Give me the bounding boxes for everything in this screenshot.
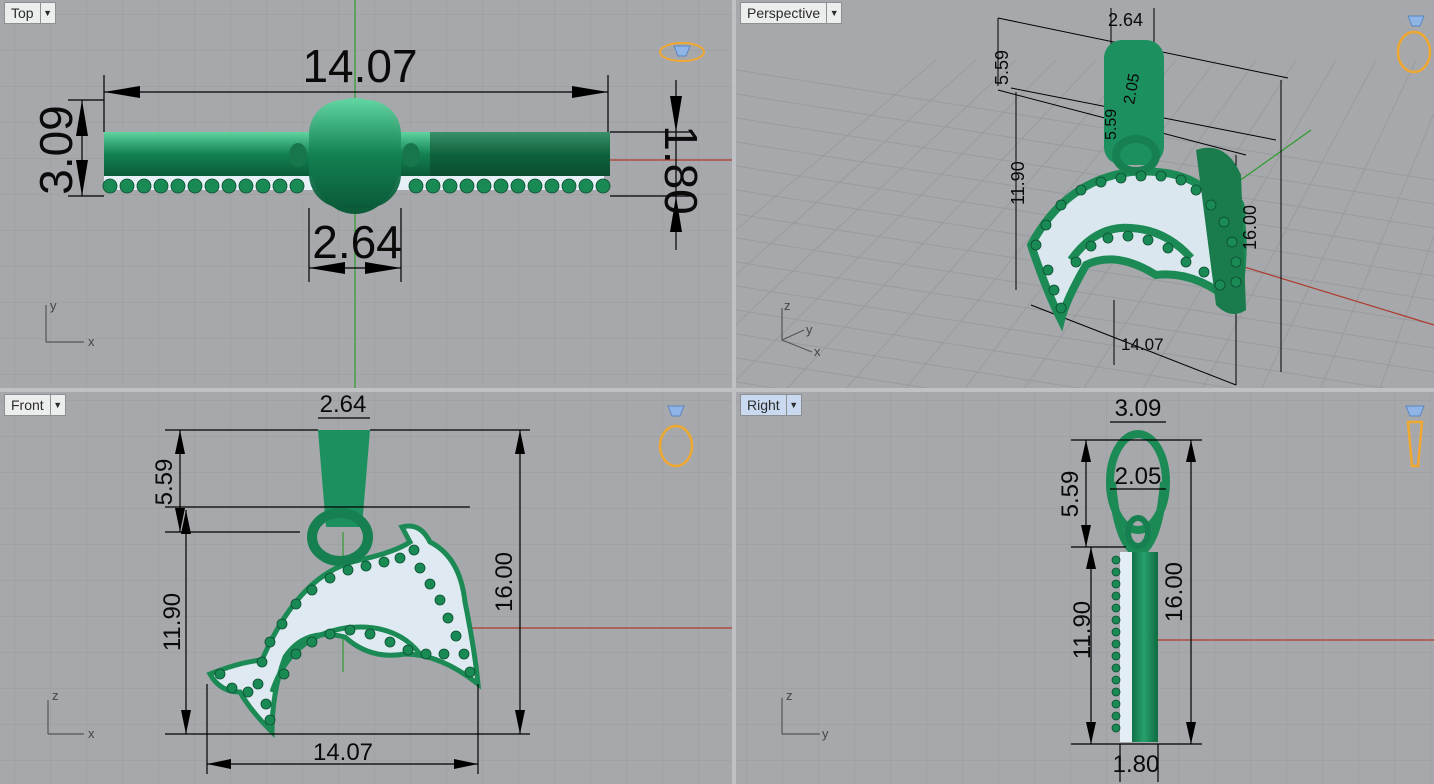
viewport-tab-label: Perspective bbox=[747, 5, 821, 21]
axis-label-x: x bbox=[88, 334, 95, 349]
chevron-down-icon[interactable]: ▼ bbox=[39, 3, 55, 23]
dim-right-bail-h: 5.59 bbox=[1057, 471, 1084, 518]
dim-front-bail-h: 5.59 bbox=[151, 459, 178, 506]
chevron-down-icon[interactable]: ▼ bbox=[785, 395, 801, 415]
viewport-front[interactable]: 2.64 5.59 11.90 16.00 14.07 z x Front ▼ bbox=[0, 392, 732, 784]
dim-right-inner: 2.05 bbox=[1115, 463, 1162, 490]
axis-label-z: z bbox=[786, 688, 793, 703]
viewport-perspective[interactable]: 5.59 11.90 16.00 2.64 2.05 5.59 14.07 z … bbox=[736, 0, 1434, 388]
viewport-tab-label: Right bbox=[747, 397, 780, 413]
dim-persp-e: 11.90 bbox=[1008, 161, 1028, 205]
dim-front-width: 14.07 bbox=[313, 739, 373, 766]
axis-label-z: z bbox=[52, 688, 59, 703]
axis-label-y: y bbox=[806, 322, 813, 337]
viewport-right[interactable]: 3.09 2.05 5.59 11.90 16.00 1.80 z y Righ… bbox=[736, 392, 1434, 784]
dim-right-body-h: 11.90 bbox=[1069, 601, 1096, 659]
viewport-top[interactable]: 14.07 3.09 1.80 2.64 y x Top ▼ bbox=[0, 0, 732, 388]
dim-right-width: 3.09 bbox=[1115, 395, 1162, 422]
viewport-tab-label: Top bbox=[11, 5, 34, 21]
dim-front-total-h: 16.00 bbox=[491, 552, 518, 612]
dim-persp-f: 16.00 bbox=[1240, 205, 1260, 250]
dim-top-width: 14.07 bbox=[302, 40, 417, 92]
axis-label-z: z bbox=[784, 298, 791, 313]
axis-label-x: x bbox=[814, 344, 821, 359]
dim-right-total-h: 16.00 bbox=[1161, 562, 1188, 622]
axis-label-y: y bbox=[50, 298, 57, 313]
dim-top-thickness: 1.80 bbox=[655, 125, 707, 215]
dim-persp-bail: 2.64 bbox=[1108, 10, 1143, 30]
dim-front-bail: 2.64 bbox=[320, 392, 367, 418]
dim-top-bail: 2.64 bbox=[312, 216, 402, 268]
dim-right-bottom: 1.80 bbox=[1113, 751, 1160, 778]
viewport-right-canvas: 3.09 2.05 5.59 11.90 16.00 1.80 z y bbox=[736, 392, 1434, 784]
viewport-tab-front[interactable]: Front ▼ bbox=[4, 394, 66, 416]
viewport-tab-perspective[interactable]: Perspective ▼ bbox=[740, 2, 843, 24]
chevron-down-icon[interactable]: ▼ bbox=[49, 395, 65, 415]
dim-top-height: 3.09 bbox=[30, 105, 82, 195]
chevron-down-icon[interactable]: ▼ bbox=[826, 3, 841, 23]
viewport-tab-label: Front bbox=[11, 397, 44, 413]
dim-front-body-h: 11.90 bbox=[159, 593, 186, 651]
dim-persp-a: 5.59 bbox=[992, 50, 1012, 85]
viewport-tab-top[interactable]: Top ▼ bbox=[4, 2, 56, 24]
dim-persp-d: 5.59 bbox=[1103, 109, 1120, 140]
axis-label-y: y bbox=[822, 726, 829, 741]
viewport-front-canvas: 2.64 5.59 11.90 16.00 14.07 z x bbox=[0, 392, 732, 784]
viewport-tab-right[interactable]: Right ▼ bbox=[740, 394, 802, 416]
viewport-perspective-canvas: 5.59 11.90 16.00 2.64 2.05 5.59 14.07 z … bbox=[736, 0, 1434, 388]
viewport-top-canvas: 14.07 3.09 1.80 2.64 y x bbox=[0, 0, 732, 388]
dim-persp-g: 14.07 bbox=[1121, 335, 1164, 354]
axis-label-x: x bbox=[88, 726, 95, 741]
